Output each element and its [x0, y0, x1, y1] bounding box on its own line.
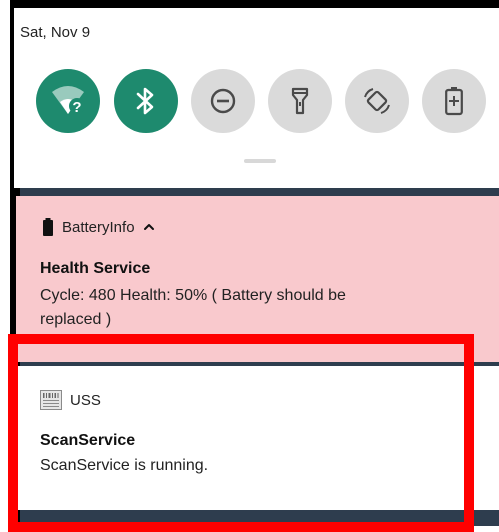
- highlight-box: [8, 334, 474, 532]
- do-not-disturb-icon: [210, 88, 236, 114]
- flashlight-tile[interactable]: [268, 69, 332, 133]
- auto-rotate-tile[interactable]: [345, 69, 409, 133]
- bluetooth-icon: [136, 87, 154, 115]
- battery-notification-header: BatteryInfo: [42, 218, 155, 236]
- svg-text:?: ?: [72, 99, 81, 116]
- auto-rotate-icon: [364, 88, 390, 114]
- status-date: Sat, Nov 9: [20, 24, 91, 41]
- flashlight-icon: [291, 87, 309, 115]
- battery-saver-icon: [445, 87, 463, 116]
- drag-handle[interactable]: [244, 159, 276, 163]
- battery-saver-tile[interactable]: [422, 69, 486, 133]
- battery-notification-title: Health Service: [40, 260, 151, 277]
- battery-notification-text-line1: Cycle: 480 Health: 50% ( Battery should …: [40, 287, 346, 304]
- wifi-tile[interactable]: ?: [36, 69, 100, 133]
- do-not-disturb-tile[interactable]: [191, 69, 255, 133]
- battery-notification-text-line2: replaced ): [40, 311, 112, 328]
- battery-icon: [43, 218, 53, 236]
- frame-edge-top: [10, 0, 499, 8]
- bluetooth-tile[interactable]: [114, 69, 178, 133]
- battery-app-name: BatteryInfo: [62, 218, 135, 236]
- chevron-up-icon[interactable]: [143, 222, 155, 232]
- wifi-question-icon: ?: [52, 86, 85, 116]
